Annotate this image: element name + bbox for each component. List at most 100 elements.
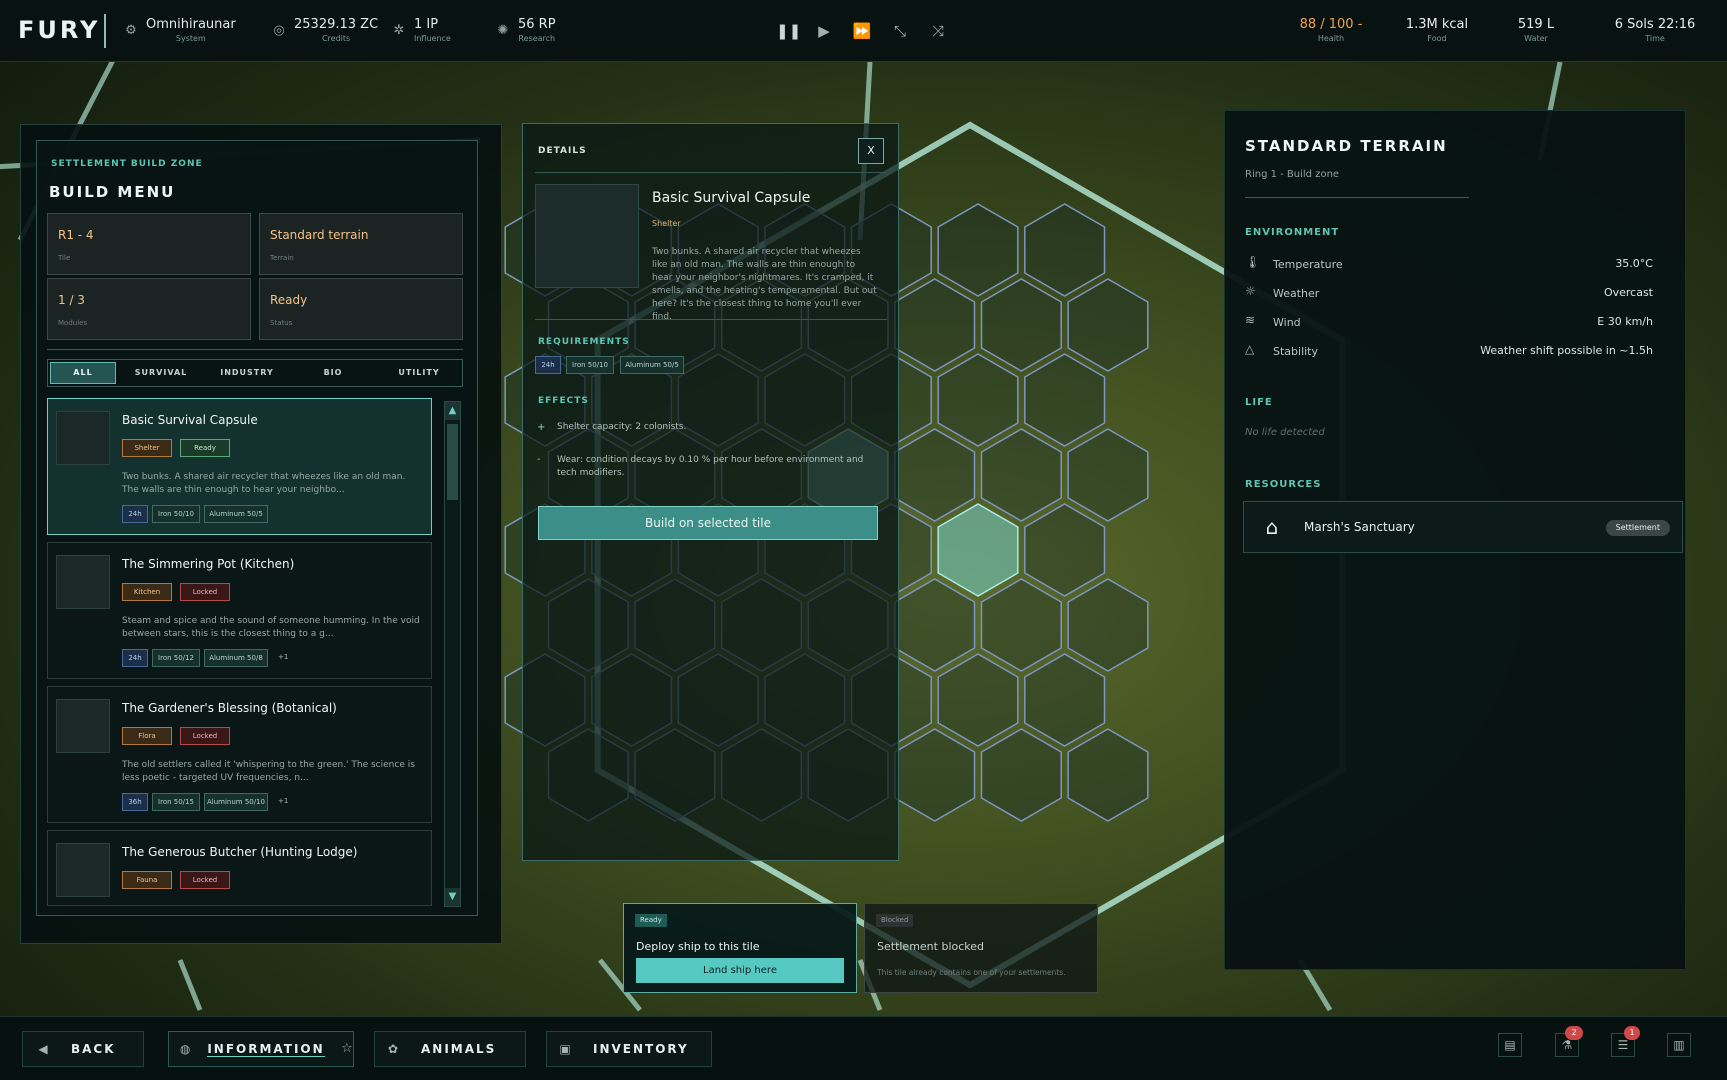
influence-icon: ✲ [393, 23, 405, 38]
tab-bio[interactable]: Bio [290, 360, 376, 386]
star-icon[interactable]: ☆ [341, 1041, 353, 1057]
map-tile[interactable] [937, 653, 1019, 747]
env-value: E 30 km/h [1597, 315, 1653, 328]
build-card-hunting-lodge[interactable]: The Generous Butcher (Hunting Lodge) Fau… [47, 830, 432, 906]
divider [535, 172, 887, 173]
map-tile[interactable] [937, 203, 1019, 297]
speed-4-icon[interactable]: ⤨ [928, 20, 948, 42]
map-tile[interactable] [980, 428, 1062, 522]
life-title: Life [1245, 397, 1273, 408]
blocked-text: This tile already contains one of your s… [877, 968, 1066, 977]
map-tile[interactable] [894, 428, 976, 522]
logo-divider [104, 14, 106, 48]
env-stability: △ Stability Weather shift possible in ~1.5… [1245, 342, 1675, 362]
clipboard-icon[interactable]: ▥ [1667, 1033, 1691, 1057]
scroll-up-icon[interactable]: ▲ [445, 402, 460, 420]
speed-controls: ❚❚ ▶ ⏩ ⤡ ⤨ [776, 20, 948, 42]
req-aluminum: Aluminum 50/10 [204, 793, 268, 811]
map-tile[interactable] [894, 728, 976, 822]
map-tile[interactable] [894, 578, 976, 672]
effects-title: Effects [538, 396, 589, 406]
stat-value: 88 / 100 - [1299, 17, 1363, 32]
animals-label: Animals [421, 1042, 497, 1056]
speed-3-icon[interactable]: ⤡ [890, 20, 910, 42]
stat-label: Influence [414, 34, 451, 43]
blocked-title: Settlement blocked [877, 940, 985, 953]
terrain-subtitle: Ring 1 - Build zone [1245, 169, 1340, 180]
stat-health[interactable]: 88 / 100 - Health [1286, 16, 1376, 44]
resource-name: Marsh's Sanctuary [1304, 520, 1415, 534]
details-kicker: Details [538, 146, 587, 156]
tab-survival[interactable]: Survival [118, 360, 204, 386]
requirements-title: Requirements [538, 337, 630, 347]
map-tile[interactable] [980, 728, 1062, 822]
build-card-botanical[interactable]: The Gardener's Blessing (Botanical) Flor… [47, 686, 432, 823]
notification-badge: 1 [1624, 1026, 1640, 1040]
stat-water[interactable]: 519 L Water [1514, 16, 1558, 44]
card-name: The Generous Butcher (Hunting Lodge) [122, 845, 358, 859]
building-thumbnail [56, 411, 110, 465]
inventory-button[interactable]: ▣ Inventory [546, 1031, 712, 1067]
stat-influence[interactable]: ✲ 1 IP Influence [392, 16, 451, 44]
build-list-scrollbar[interactable]: ▲ ▼ [444, 401, 461, 907]
effect-sign: - [537, 454, 541, 465]
effect-sign: + [537, 422, 546, 433]
building-thumbnail [56, 555, 110, 609]
wind-icon: ≋ [1245, 313, 1256, 327]
tab-all[interactable]: All [50, 362, 116, 384]
info-modules: 1 / 3 Modules [47, 278, 251, 340]
map-tile[interactable] [1067, 428, 1149, 522]
building-preview [535, 184, 639, 288]
map-tile[interactable] [1024, 653, 1106, 747]
stability-icon: △ [1245, 342, 1255, 356]
stat-label: Credits [321, 34, 351, 43]
land-ship-button[interactable]: Land ship here [636, 958, 844, 983]
close-button[interactable]: X [858, 138, 884, 164]
animals-button[interactable]: ✿ Animals [374, 1031, 526, 1067]
map-tile[interactable] [1024, 203, 1106, 297]
category-tabs: All Survival Industry Bio Utility [47, 359, 463, 387]
game-logo: FURY [18, 16, 101, 44]
map-tile[interactable] [894, 278, 976, 372]
map-tile[interactable] [1067, 578, 1149, 672]
map-tile[interactable] [980, 278, 1062, 372]
stat-credits[interactable]: ◎ 25329.13 ZC Credits [272, 16, 378, 44]
system-icon: ⚙ [125, 23, 137, 38]
stat-system[interactable]: ⚙ Omnihiraunar System [124, 16, 236, 44]
map-tile[interactable] [1024, 503, 1106, 597]
build-on-tile-button[interactable]: Build on selected tile [538, 506, 878, 540]
map-tile[interactable] [1024, 353, 1106, 447]
card-name: The Simmering Pot (Kitchen) [122, 557, 295, 571]
stat-food[interactable]: 1.3M kcal Food [1396, 16, 1478, 44]
build-card-kitchen[interactable]: The Simmering Pot (Kitchen) Kitchen Lock… [47, 542, 432, 679]
env-key: Stability [1273, 345, 1319, 358]
paw-icon: ✿ [387, 1042, 399, 1056]
resource-settlement-card[interactable]: ⌂ Marsh's Sanctuary Settlement [1243, 501, 1683, 553]
scroll-thumb[interactable] [447, 424, 458, 500]
map-tile[interactable] [1067, 728, 1149, 822]
stat-time[interactable]: 6 Sols 22:16 Time [1610, 16, 1700, 44]
information-button[interactable]: ◍ Information ☆ [168, 1031, 354, 1067]
scroll-down-icon[interactable]: ▼ [445, 888, 460, 906]
status-tag: Ready [180, 439, 230, 457]
inventory-label: Inventory [593, 1042, 689, 1056]
build-menu-panel: Settlement build zone Build menu R1 - 4 T… [36, 140, 478, 916]
back-button[interactable]: ◀ Back [22, 1031, 144, 1067]
stat-research[interactable]: ✺ 56 RP Research [496, 16, 556, 44]
document-icon[interactable]: ▤ [1498, 1033, 1522, 1057]
map-tile[interactable] [937, 353, 1019, 447]
stat-value: 1 IP [414, 17, 439, 32]
deploy-title: Deploy ship to this tile [636, 940, 760, 953]
build-card-survival-capsule[interactable]: Basic Survival Capsule Shelter Ready Two… [47, 398, 432, 535]
credits-icon: ◎ [273, 23, 285, 38]
map-tile[interactable] [937, 503, 1019, 597]
play-icon[interactable]: ▶ [814, 20, 834, 42]
stat-label: Research [518, 34, 556, 43]
map-tile[interactable] [1067, 278, 1149, 372]
tab-industry[interactable]: Industry [204, 360, 290, 386]
stat-value: 25329.13 ZC [294, 17, 379, 32]
fast-forward-icon[interactable]: ⏩ [852, 20, 872, 42]
map-tile[interactable] [980, 578, 1062, 672]
pause-icon[interactable]: ❚❚ [776, 20, 801, 42]
tab-utility[interactable]: Utility [376, 360, 462, 386]
